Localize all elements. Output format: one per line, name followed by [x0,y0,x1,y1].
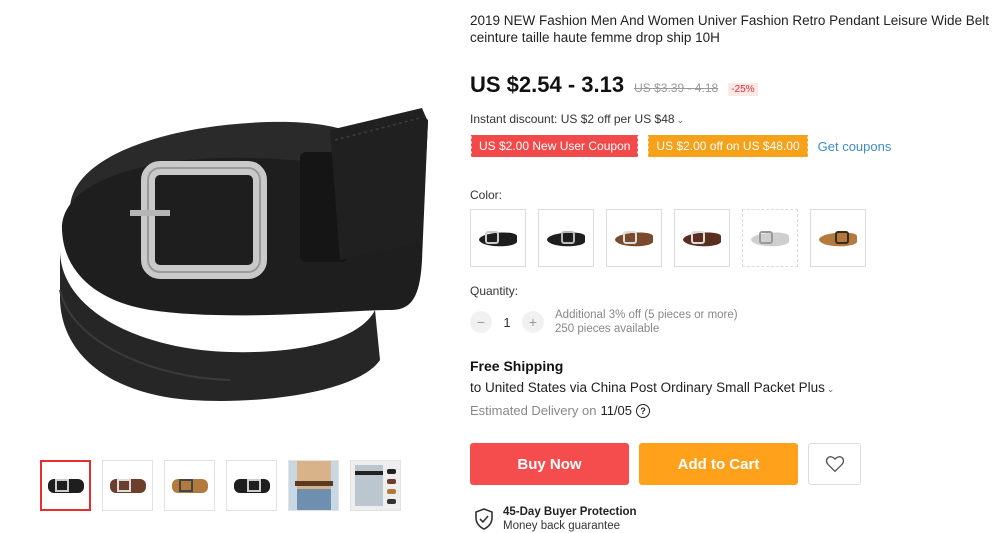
thumbnail-2[interactable] [102,460,153,511]
store-coupon[interactable]: US $2.00 off on US $48.00 [647,135,808,157]
chevron-down-icon: ⌄ [676,115,685,125]
instant-discount[interactable]: Instant discount: US $2 off per US $48 ⌄ [470,112,684,126]
buyer-protection: 45-Day Buyer Protection Money back guara… [474,505,637,533]
shipping-title: Free Shipping [470,358,564,374]
color-swatches [470,209,866,267]
get-coupons-link[interactable]: Get coupons [818,139,892,154]
delivery-date: 11/05 [600,403,633,418]
shield-check-icon [475,508,493,530]
color-option-tan[interactable] [810,209,866,267]
estimated-delivery: Estimated Delivery on 11/05 ? [470,403,651,418]
quantity-plus-button[interactable]: + [522,311,544,333]
thumbnail-3[interactable] [164,460,215,511]
thumbnail-5[interactable] [288,460,339,511]
new-user-coupon[interactable]: US $2.00 New User Coupon [469,135,639,157]
buy-now-button[interactable]: Buy Now [470,443,629,485]
instant-discount-text: Instant discount: US $2 off per US $48 [470,112,675,126]
chevron-down-icon: ⌄ [826,384,835,394]
main-product-image[interactable] [30,60,440,450]
wishlist-button[interactable] [808,443,861,485]
shipping-method-text: to United States via China Post Ordinary… [470,380,825,395]
thumbnail-4[interactable] [226,460,277,511]
bulk-discount-text: Additional 3% off (5 pieces or more) [555,309,738,321]
question-circle-icon[interactable]: ? [636,403,651,418]
stock-available-text: 250 pieces available [555,323,660,335]
thumbnail-1[interactable] [40,460,91,511]
current-price: US $2.54 - 3.13 [470,72,625,97]
quantity-label: Quantity: [470,284,519,298]
color-option-brown[interactable] [606,209,662,267]
protection-text: 45-Day Buyer Protection Money back guara… [503,505,637,533]
color-option-grey[interactable] [742,209,798,267]
quantity-input[interactable]: 1 [500,315,514,330]
quantity-stepper: − 1 + [470,311,544,333]
product-title: 2019 NEW Fashion Men And Women Univer Fa… [470,13,990,45]
quantity-info: Additional 3% off (5 pieces or more) 250… [555,308,738,336]
thumbnail-strip [40,460,401,511]
protection-subtitle: Money back guarantee [503,520,620,532]
heart-outline-icon [825,456,844,473]
delivery-prefix: Estimated Delivery on [470,403,597,418]
original-price: US $3.39 - 4.18 [634,81,719,95]
color-option-black[interactable] [470,209,526,267]
thumbnail-6[interactable] [350,460,401,511]
shipping-method[interactable]: to United States via China Post Ordinary… [470,380,834,395]
add-to-cart-button[interactable]: Add to Cart [639,443,798,485]
price-row: US $2.54 - 3.13 US $3.39 - 4.18 -25% [470,72,758,98]
discount-badge: -25% [728,83,758,96]
color-label: Color: [470,188,503,202]
quantity-minus-button[interactable]: − [470,311,492,333]
protection-title: 45-Day Buyer Protection [503,506,637,518]
color-option-black-2[interactable] [538,209,594,267]
color-option-dark-brown[interactable] [674,209,730,267]
coupon-row: US $2.00 New User Coupon US $2.00 off on… [469,135,892,157]
